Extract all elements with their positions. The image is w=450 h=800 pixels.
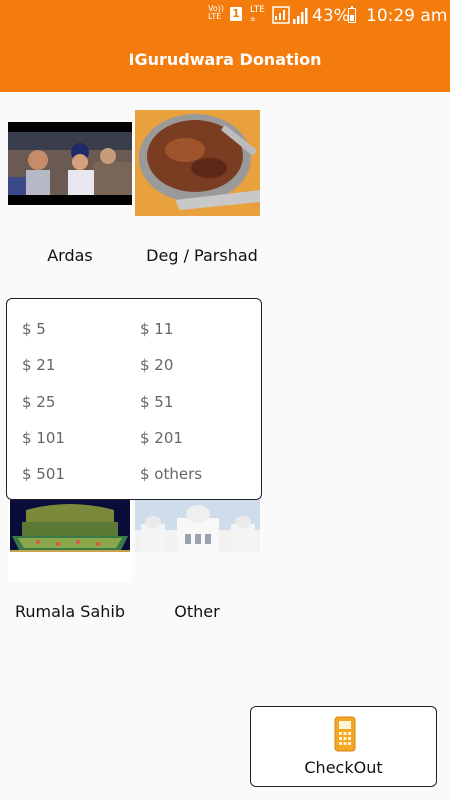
clock: 10:29 am: [366, 6, 448, 26]
app-title: IGurudwara Donation: [128, 50, 322, 69]
checkout-label: CheckOut: [304, 758, 383, 777]
tile-rumala-sahib[interactable]: Rumala Sahib: [0, 500, 135, 630]
app-bar: IGurudwara Donation: [0, 30, 450, 92]
amount-option[interactable]: $ others: [140, 465, 202, 483]
amount-option[interactable]: $ 21: [22, 356, 55, 374]
amount-menu: $ 5 $ 11 $ 21 $ 20 $ 25 $ 51 $ 101 $ 201…: [6, 298, 262, 500]
amount-option[interactable]: $ 11: [140, 320, 173, 338]
tile-ardas[interactable]: Ardas: [0, 92, 135, 282]
tile-other[interactable]: Other: [135, 500, 265, 630]
amount-option[interactable]: $ 501: [22, 465, 65, 483]
amount-option[interactable]: $ 20: [140, 356, 173, 374]
tile-label: Deg / Parshad: [146, 246, 258, 265]
signal-strength-icon: [293, 8, 308, 24]
amount-option[interactable]: $ 5: [22, 320, 46, 338]
checkout-button[interactable]: CheckOut: [250, 706, 437, 787]
rumala-sahib-image: [8, 500, 132, 582]
deg-parshad-image: [135, 110, 260, 216]
tile-label: Ardas: [47, 246, 93, 265]
amount-option[interactable]: $ 25: [22, 393, 55, 411]
tile-label: Rumala Sahib: [15, 602, 125, 621]
sim-slot-icon: 1: [230, 7, 242, 21]
volte-indicator: Vo)) LTE: [208, 4, 224, 21]
other-image: [135, 500, 260, 552]
card-terminal-icon: [334, 716, 356, 752]
status-bar: Vo)) LTE 1 LTE ± 43% 10:29 am: [0, 0, 450, 30]
amount-option[interactable]: $ 201: [140, 429, 183, 447]
ardas-image: [8, 122, 132, 205]
amount-option[interactable]: $ 101: [22, 429, 65, 447]
battery-percent: 43%: [312, 6, 350, 26]
network-type: LTE ±: [250, 5, 265, 24]
amount-option[interactable]: $ 51: [140, 393, 173, 411]
tile-label: Other: [174, 602, 220, 621]
data-activity-icon: [272, 6, 290, 24]
battery-icon: [348, 6, 356, 23]
tile-deg-parshad[interactable]: Deg / Parshad: [135, 92, 265, 282]
